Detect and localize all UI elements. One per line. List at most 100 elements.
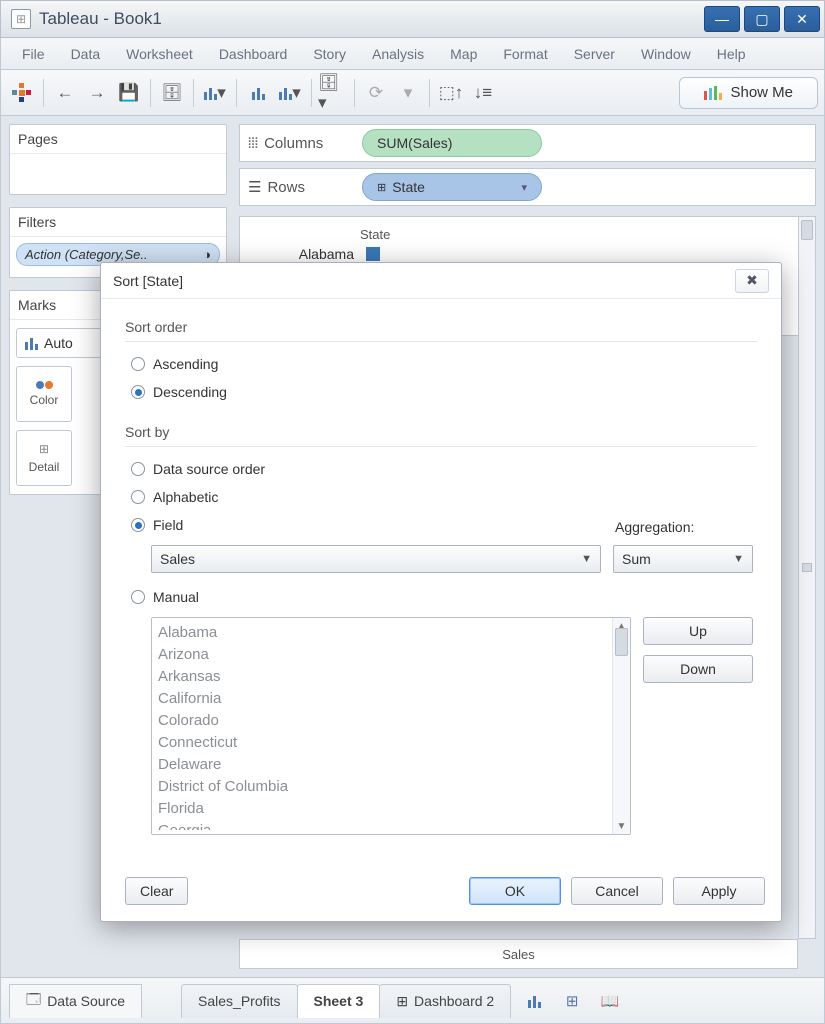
caret-icon[interactable]: ▾ (393, 78, 423, 108)
filters-header: Filters (10, 208, 226, 237)
radio-alphabetic[interactable]: Alphabetic (129, 483, 753, 511)
list-item: District of Columbia (158, 776, 608, 798)
menu-map[interactable]: Map (437, 41, 490, 67)
columns-shelf[interactable]: ⦙⦙⦙ Columns SUM(Sales) (239, 124, 816, 162)
tab-sheet-3[interactable]: Sheet 3 (297, 984, 381, 1018)
dialog-title: Sort [State] (113, 273, 183, 289)
scrollbar-thumb[interactable] (801, 220, 813, 240)
menu-format[interactable]: Format (490, 41, 560, 67)
field-combobox[interactable]: Sales ▼ (151, 545, 601, 573)
detail-icon: ⊞ (39, 442, 49, 456)
new-worksheet-icon[interactable]: ▾ (200, 78, 230, 108)
list-item: California (158, 688, 608, 710)
viz-bar (366, 247, 380, 261)
columns-pill-label: SUM(Sales) (377, 135, 452, 151)
radio-manual[interactable]: Manual (129, 583, 753, 611)
show-me-label: Show Me (730, 84, 793, 101)
menu-help[interactable]: Help (704, 41, 759, 67)
up-button[interactable]: Up (643, 617, 753, 645)
clear-sheet-icon[interactable]: ▾ (275, 78, 305, 108)
show-me-icon (704, 86, 722, 100)
radio-descending[interactable]: Descending (129, 378, 753, 406)
forward-icon[interactable]: → (82, 78, 112, 108)
x-axis-label[interactable]: Sales (239, 939, 798, 969)
radio-data-source-order[interactable]: Data source order (129, 455, 753, 483)
rows-pill-state[interactable]: ⊞ State ▾ (362, 173, 542, 201)
shelves-area: ⦙⦙⦙ Columns SUM(Sales) ☰ Rows ⊞ State ▾ (239, 124, 816, 212)
new-story-button[interactable]: 📖 (596, 987, 624, 1015)
tableau-logo-icon[interactable] (7, 78, 37, 108)
menu-story[interactable]: Story (300, 41, 359, 67)
list-item: Connecticut (158, 732, 608, 754)
new-dashboard-button[interactable]: ⊞ (558, 987, 586, 1015)
duplicate-icon[interactable] (243, 78, 273, 108)
chevron-down-icon: ▼ (733, 553, 744, 565)
list-item: Florida (158, 798, 608, 820)
columns-pill-sum-sales[interactable]: SUM(Sales) (362, 129, 542, 157)
sort-desc-icon[interactable]: ↓≡ (468, 78, 498, 108)
list-item: Delaware (158, 754, 608, 776)
marks-detail-button[interactable]: ⊞ Detail (16, 430, 72, 486)
ok-button[interactable]: OK (469, 877, 561, 905)
scrollbar-gripper (802, 563, 812, 572)
manual-listbox[interactable]: Alabama Arizona Arkansas California Colo… (151, 617, 631, 835)
run-icon[interactable]: ⟳ (361, 78, 391, 108)
show-me-button[interactable]: Show Me (679, 77, 818, 109)
clear-button[interactable]: Clear (125, 877, 188, 905)
rows-icon: ☰ (248, 178, 261, 196)
menu-window[interactable]: Window (628, 41, 704, 67)
sort-asc-icon[interactable]: ⬚↑ (436, 78, 466, 108)
tab-dashboard-2[interactable]: ⊞ Dashboard 2 (379, 984, 511, 1018)
down-button[interactable]: Down (643, 655, 753, 683)
close-icon: ✖ (746, 272, 758, 289)
maximize-button[interactable]: ▢ (744, 6, 780, 32)
dialog-close-button[interactable]: ✖ (735, 269, 769, 293)
menu-bar: File Data Worksheet Dashboard Story Anal… (0, 38, 825, 70)
radio-icon (131, 518, 145, 532)
radio-ascending[interactable]: Ascending (129, 350, 753, 378)
filter-pill-label: Action (Category,Se.. (25, 247, 148, 262)
tab-sales-profits[interactable]: Sales_Profits (181, 984, 297, 1018)
list-item: Arkansas (158, 666, 608, 688)
close-window-button[interactable]: ✕ (784, 6, 820, 32)
back-icon[interactable]: ← (50, 78, 80, 108)
viz-row-label: Alabama (260, 246, 360, 262)
pages-panel: Pages (9, 124, 227, 195)
listbox-scrollbar[interactable]: ▲ ▼ (612, 618, 630, 834)
chevron-down-icon: ▼ (581, 553, 592, 565)
rows-shelf[interactable]: ☰ Rows ⊞ State ▾ (239, 168, 816, 206)
menu-file[interactable]: File (9, 41, 58, 67)
new-data-source-icon[interactable]: 🗄 (157, 78, 187, 108)
data-source-tab[interactable]: 🗔 Data Source (9, 984, 142, 1018)
scrollbar-thumb[interactable] (615, 628, 628, 656)
data-source-label: Data Source (47, 993, 125, 1009)
dialog-footer: Clear OK Cancel Apply (101, 871, 781, 921)
menu-data[interactable]: Data (58, 41, 114, 67)
menu-worksheet[interactable]: Worksheet (113, 41, 206, 67)
viz-scrollbar[interactable] (798, 216, 816, 939)
dialog-titlebar: Sort [State] ✖ (101, 263, 781, 299)
plus-icon: ⊞ (377, 181, 386, 194)
pages-shelf[interactable] (10, 154, 226, 194)
menu-analysis[interactable]: Analysis (359, 41, 437, 67)
apply-button[interactable]: Apply (673, 877, 765, 905)
aggregation-combobox[interactable]: Sum ▼ (613, 545, 753, 573)
sort-dialog: Sort [State] ✖ Sort order Ascending Desc… (100, 262, 782, 922)
new-worksheet-button[interactable] (520, 987, 548, 1015)
cancel-button[interactable]: Cancel (571, 877, 663, 905)
radio-icon (131, 385, 145, 399)
scroll-down-icon[interactable]: ▼ (613, 818, 630, 834)
aggregation-value: Sum (622, 551, 651, 567)
menu-server[interactable]: Server (561, 41, 628, 67)
alphabetic-label: Alphabetic (153, 489, 218, 505)
save-icon[interactable]: 💾 (114, 78, 144, 108)
marks-detail-label: Detail (29, 460, 60, 474)
columns-icon: ⦙⦙⦙ (248, 135, 258, 152)
viz-column-header: State (360, 227, 795, 242)
marks-type-label: Auto (44, 335, 73, 351)
auto-update-icon[interactable]: 🗄▾ (318, 78, 348, 108)
minimize-button[interactable]: — (704, 6, 740, 32)
sort-by-label: Sort by (125, 424, 757, 440)
menu-dashboard[interactable]: Dashboard (206, 41, 301, 67)
marks-color-button[interactable]: Color (16, 366, 72, 422)
